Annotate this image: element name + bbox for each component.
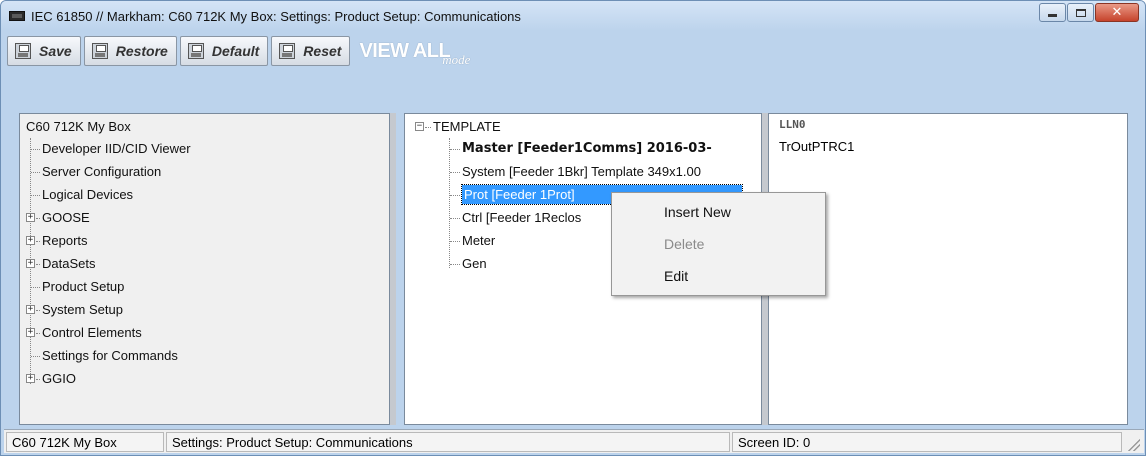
device-tree-item[interactable]: System Setup — [42, 299, 123, 321]
tree-item-label: System [Feeder 1Bkr] Template 349x1.00 — [462, 164, 701, 179]
tree-guide-line — [450, 195, 460, 196]
device-tree-item[interactable]: Settings for Commands — [42, 345, 178, 367]
default-label: Default — [211, 43, 260, 59]
title-bar[interactable]: IEC 61850 // Markham: C60 712K My Box: S… — [1, 1, 1145, 31]
template-tree-item[interactable]: Gen — [462, 253, 487, 275]
reset-label: Reset — [303, 43, 342, 59]
template-tree-item[interactable]: System [Feeder 1Bkr] Template 349x1.00 — [462, 161, 701, 183]
restore-button[interactable]: Restore — [83, 36, 177, 66]
tree-item-label: Master [Feeder1Comms] 2016-03- — [462, 141, 712, 156]
tree-guide-line — [36, 310, 40, 311]
template-tree-item[interactable]: Meter — [462, 230, 495, 252]
tree-guide-line — [31, 149, 40, 150]
default-disk-icon — [187, 43, 204, 59]
edit-menu-item[interactable]: Edit — [664, 268, 688, 284]
tree-guide-line — [449, 138, 450, 268]
expand-icon[interactable]: + — [26, 328, 35, 337]
tree-guide-line — [450, 264, 460, 265]
logical-node-header: LLN0 — [779, 118, 806, 131]
tree-item-label: Meter — [462, 233, 496, 248]
close-button[interactable]: ✕ — [1095, 3, 1139, 22]
insert-new-menu-item[interactable]: Insert New — [664, 204, 731, 220]
tree-guide-line — [36, 218, 40, 219]
status-device: C60 712K My Box — [6, 432, 164, 452]
template-tree-item[interactable]: Master [Feeder1Comms] 2016-03- — [462, 138, 712, 160]
tree-guide-line — [31, 356, 40, 357]
expand-icon[interactable]: + — [26, 305, 35, 314]
tree-guide-line — [31, 172, 40, 173]
device-tree-item[interactable]: Logical Devices — [42, 184, 133, 206]
expand-icon[interactable]: + — [26, 213, 35, 222]
save-button[interactable]: Save — [7, 36, 81, 66]
tree-item-label: Gen — [462, 256, 487, 271]
device-tree-item[interactable]: Product Setup — [42, 276, 124, 298]
window-title: IEC 61850 // Markham: C60 712K My Box: S… — [31, 8, 521, 24]
tree-guide-line — [31, 287, 40, 288]
status-bar: C60 712K My Box Settings: Product Setup:… — [4, 429, 1144, 453]
tree-guide-line — [36, 264, 40, 265]
device-tree-panel[interactable]: C60 712K My Box Developer IID/CID Viewer… — [19, 113, 390, 425]
view-all-mode-label: mode — [442, 52, 471, 67]
tree-guide-line — [36, 379, 40, 380]
reset-button[interactable]: Reset — [271, 36, 351, 66]
tree-item-label: Ctrl [Feeder 1Reclos — [462, 210, 582, 225]
expand-icon[interactable]: + — [26, 259, 35, 268]
splitter-left[interactable] — [390, 113, 396, 425]
device-tree-item[interactable]: Reports — [42, 230, 88, 252]
status-screen-id: Screen ID: 0 — [732, 432, 1122, 452]
resize-grip-icon[interactable] — [1128, 439, 1140, 451]
save-disk-icon — [15, 43, 31, 59]
tree-guide-line — [450, 149, 460, 150]
device-tree-item[interactable]: GOOSE — [42, 207, 90, 229]
context-menu: Insert New Delete Edit — [611, 192, 826, 296]
maximize-button[interactable] — [1067, 3, 1094, 22]
restore-disk-icon — [91, 43, 108, 59]
device-tree-item[interactable]: Control Elements — [42, 322, 142, 344]
view-all-mode-button[interactable]: VIEW ALL mode — [359, 40, 470, 67]
app-icon — [9, 11, 25, 21]
app-window: IEC 61850 // Markham: C60 712K My Box: S… — [0, 0, 1146, 456]
template-tree-item[interactable]: Ctrl [Feeder 1Reclos — [462, 207, 581, 229]
logical-node-item[interactable]: TrOutPTRC1 — [779, 139, 854, 154]
tree-guide-line — [425, 127, 431, 128]
device-tree-item[interactable]: GGIO — [42, 368, 76, 390]
tree-guide-line — [36, 333, 40, 334]
minimize-button[interactable] — [1039, 3, 1066, 22]
expand-icon[interactable]: + — [26, 236, 35, 245]
minimize-icon — [1048, 14, 1057, 17]
tree-guide-line — [450, 241, 460, 242]
reset-disk-icon — [279, 43, 296, 59]
template-collapse-icon[interactable]: − — [415, 122, 424, 131]
window-controls: ✕ — [1039, 3, 1139, 22]
device-tree-item[interactable]: Developer IID/CID Viewer — [42, 138, 191, 160]
tree-guide-line — [31, 195, 40, 196]
delete-menu-item: Delete — [664, 236, 705, 252]
tree-guide-line — [450, 172, 460, 173]
device-tree-root[interactable]: C60 712K My Box — [26, 116, 131, 138]
tree-guide-line — [36, 241, 40, 242]
maximize-icon — [1075, 8, 1086, 17]
view-all-label: VIEW ALL — [359, 40, 451, 62]
template-root[interactable]: TEMPLATE — [433, 116, 501, 138]
close-icon: ✕ — [1111, 5, 1123, 20]
device-tree-item[interactable]: DataSets — [42, 253, 95, 275]
default-button[interactable]: Default — [179, 36, 269, 66]
status-path: Settings: Product Setup: Communications — [166, 432, 730, 452]
device-tree-item[interactable]: Server Configuration — [42, 161, 161, 183]
expand-icon[interactable]: + — [26, 374, 35, 383]
restore-label: Restore — [115, 43, 168, 59]
save-label: Save — [39, 43, 72, 59]
toolbar: Save Restore Default Reset VIEW ALL mode — [7, 34, 470, 68]
tree-guide-line — [450, 218, 460, 219]
